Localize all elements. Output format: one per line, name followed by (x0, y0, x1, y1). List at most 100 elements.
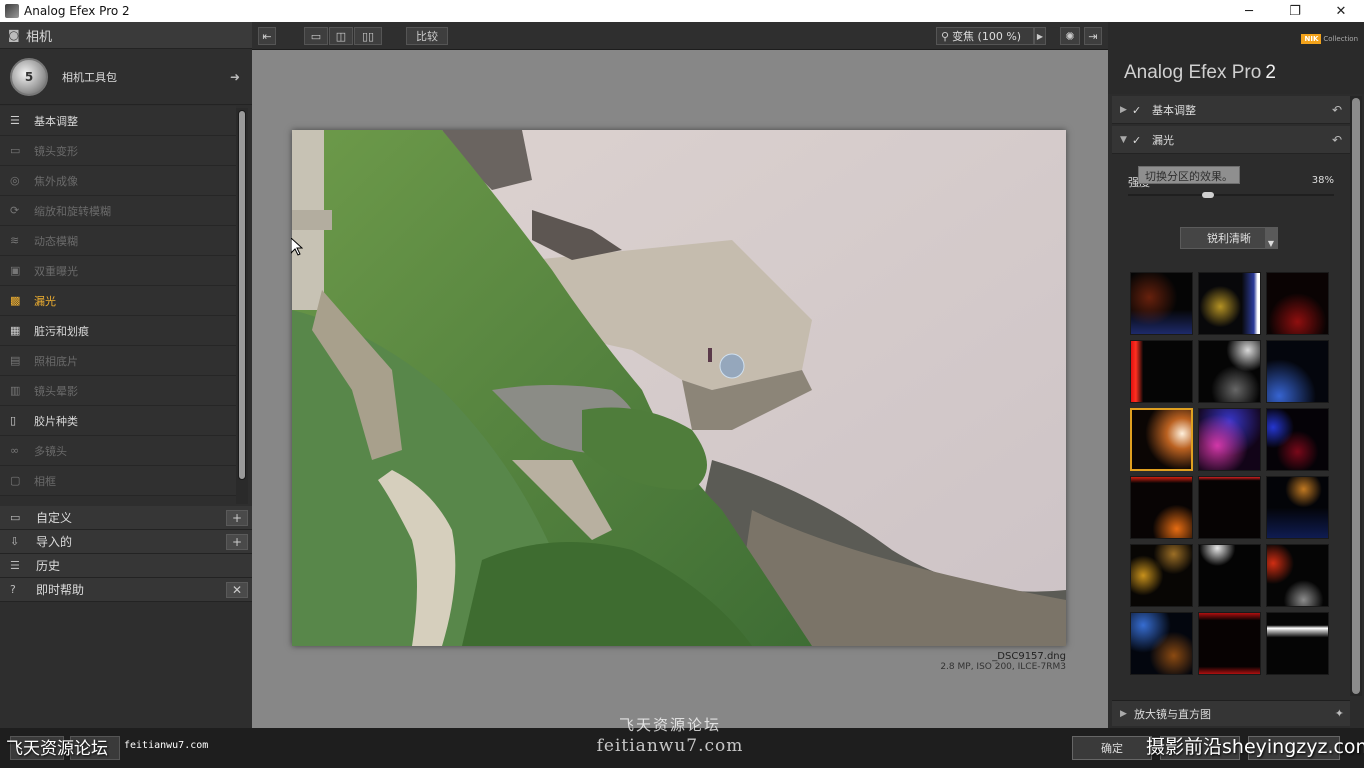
preview-image[interactable] (292, 130, 1066, 646)
tool-item[interactable]: ▣ 双重曝光 (0, 256, 236, 286)
preset-thumbnail[interactable] (1198, 476, 1261, 539)
tool-label: 脏污和划痕 (34, 324, 89, 338)
camera-kit-row[interactable]: 5 相机工具包 ➜ (0, 49, 252, 105)
tool-icon: ▣ (10, 263, 21, 277)
preset-thumbnail[interactable] (1266, 476, 1329, 539)
brand-header: NIK Collection Analog Efex Pro 2 (1108, 22, 1364, 94)
tool-item[interactable]: ◎ 焦外成像 (0, 166, 236, 196)
top-toolbar: ⇤ ▭ ◫ ▯▯ 比较 ⚲ 变焦 (100 %) ▶ ✺ ⇥ (252, 22, 1108, 50)
tool-item[interactable]: ▯ 胶片种类 (0, 406, 236, 436)
add-button[interactable]: + (226, 510, 248, 526)
preset-thumbnail[interactable] (1266, 544, 1329, 607)
tool-item[interactable]: ≋ 动态模糊 (0, 226, 236, 256)
tool-label: 动态模糊 (34, 234, 78, 248)
preset-thumbnail[interactable] (1266, 408, 1329, 471)
reset-icon[interactable]: ↶ (1332, 133, 1342, 147)
window-controls: ─ ❐ ✕ (1226, 0, 1364, 22)
pin-icon[interactable]: ✦ (1335, 707, 1344, 720)
checkbox-basic-adjustments[interactable]: ✓ (1132, 104, 1144, 117)
tool-item[interactable]: ▦ 脏污和划痕 (0, 316, 236, 346)
watermark-left: 飞天资源论坛 (6, 739, 108, 759)
close-button[interactable]: ✕ (226, 582, 248, 598)
light-leak-preset-dropdown[interactable]: 锐利清晰 ▼ (1180, 227, 1278, 249)
camera-icon: ◙ (8, 28, 20, 42)
preset-thumbnail-selected[interactable] (1130, 408, 1193, 471)
minimize-button[interactable]: ─ (1226, 0, 1272, 22)
tool-item[interactable]: ▢ 相框 (0, 466, 236, 496)
tool-item[interactable]: ⟳ 缩放和旋转模糊 (0, 196, 236, 226)
left-panel: ◙ 相机 5 相机工具包 ➜ ☰ 基本调整 ▭ 镜头变形 ◎ 焦外成像 ⟳ 缩放和旋转模糊 ≋ 动… (0, 22, 252, 728)
side-by-side-icon: ▯▯ (361, 29, 375, 43)
preset-thumbnail[interactable] (1198, 544, 1261, 607)
tool-label: 镜头晕影 (34, 384, 78, 398)
zoom-dropdown[interactable]: ⚲ 变焦 (100 %) (936, 27, 1034, 45)
single-view-button[interactable]: ▭ (304, 27, 328, 45)
tool-icon: ▤ (10, 353, 21, 367)
tool-list: ☰ 基本调整 ▭ 镜头变形 ◎ 焦外成像 ⟳ 缩放和旋转模糊 ≋ 动态模糊 ▣ 双重曝光 ▩ 漏光 ▦ 脏污和… (0, 106, 236, 506)
compare-button[interactable]: 比较 (406, 27, 448, 45)
preset-thumbnail[interactable] (1266, 612, 1329, 675)
preview-image-graphic (292, 130, 1066, 646)
left-panel-sections: ▭ 自定义 + ⇩ 导入的 + ☰ 历史? 即时帮助 ✕ (0, 506, 252, 602)
title-bar: Analog Efex Pro 2 ─ ❐ ✕ (0, 0, 1364, 22)
chevron-down-icon: ▼ (1265, 228, 1277, 248)
preset-thumbnail[interactable] (1198, 408, 1261, 471)
preset-thumbnail[interactable] (1130, 612, 1193, 675)
preset-thumbnail[interactable] (1198, 612, 1261, 675)
section-icon: ? (10, 583, 16, 596)
expand-triangle-icon[interactable]: ▶ (1120, 709, 1134, 719)
section-quick-help[interactable]: ? 即时帮助 ✕ (0, 578, 252, 602)
hide-panel-button[interactable]: ⇤ (258, 27, 276, 45)
arrow-right-icon[interactable]: ➜ (230, 70, 240, 84)
section-light-leak[interactable]: ▼ ✓ 漏光 ↶ (1112, 126, 1350, 154)
tool-item[interactable]: ▥ 镜头晕影 (0, 376, 236, 406)
watermark-right: 摄影前沿sheyingzyz.com (1146, 736, 1364, 758)
loupe-histogram-section[interactable]: ▶ 放大镜与直方图 ✦ (1112, 700, 1350, 726)
split-view-button[interactable]: ◫ (329, 27, 353, 45)
collapse-triangle-icon[interactable]: ▼ (1120, 135, 1132, 145)
scrollbar-thumb[interactable] (238, 110, 246, 480)
tool-item[interactable]: ∞ 多镜头 (0, 436, 236, 466)
section-basic-adjustments[interactable]: ▶ ✓ 基本调整 ↶ (1112, 96, 1350, 124)
hide-right-panel-button[interactable]: ⇥ (1084, 27, 1102, 45)
preset-thumbnail[interactable] (1198, 340, 1261, 403)
close-button[interactable]: ✕ (1318, 0, 1364, 22)
zoom-arrow-button[interactable]: ▶ (1034, 27, 1046, 45)
preset-thumbnail[interactable] (1266, 340, 1329, 403)
preset-thumbnail[interactable] (1130, 340, 1193, 403)
side-by-side-button[interactable]: ▯▯ (354, 27, 382, 45)
tool-list-scrollbar[interactable] (236, 108, 248, 504)
ok-button[interactable]: 确定 (1072, 736, 1152, 760)
right-panel: NIK Collection Analog Efex Pro 2 ▶ ✓ 基本调整… (1108, 22, 1364, 728)
section-label: 导入的 (36, 535, 73, 549)
camera-section-header[interactable]: ◙ 相机 (0, 22, 252, 49)
strength-slider-track[interactable] (1128, 194, 1334, 196)
section-history[interactable]: ☰ 历史 (0, 554, 252, 578)
expand-triangle-icon[interactable]: ▶ (1120, 105, 1132, 115)
right-panel-scrollbar[interactable] (1350, 96, 1362, 696)
preset-thumbnail[interactable] (1266, 272, 1329, 335)
preset-thumbnail[interactable] (1130, 476, 1193, 539)
tool-item[interactable]: ▤ 照相底片 (0, 346, 236, 376)
preset-thumbnail[interactable] (1130, 544, 1193, 607)
preset-thumbnail[interactable] (1130, 272, 1193, 335)
watermark-center-line2: feitianwu7.com (596, 736, 744, 756)
background-toggle-button[interactable]: ✺ (1060, 27, 1080, 45)
tool-item[interactable]: ☰ 基本调整 (0, 106, 236, 136)
checkbox-light-leak[interactable]: ✓ (1132, 134, 1144, 147)
tool-item[interactable]: ▭ 镜头变形 (0, 136, 236, 166)
tool-item[interactable]: ▩ 漏光 (0, 286, 236, 316)
product-name: Analog Efex Pro (1124, 62, 1262, 83)
reset-icon[interactable]: ↶ (1332, 103, 1342, 117)
section-imported[interactable]: ⇩ 导入的 + (0, 530, 252, 554)
scrollbar-thumb[interactable] (1352, 98, 1360, 694)
strength-slider-thumb[interactable] (1201, 192, 1214, 198)
preset-thumbnail[interactable] (1198, 272, 1261, 335)
nik-badge: NIK (1301, 34, 1322, 44)
add-button[interactable]: + (226, 534, 248, 550)
single-view-icon: ▭ (310, 29, 322, 43)
section-custom[interactable]: ▭ 自定义 + (0, 506, 252, 530)
tool-icon: ◎ (10, 173, 20, 187)
maximize-button[interactable]: ❐ (1272, 0, 1318, 22)
camera-header-label: 相机 (26, 29, 53, 45)
